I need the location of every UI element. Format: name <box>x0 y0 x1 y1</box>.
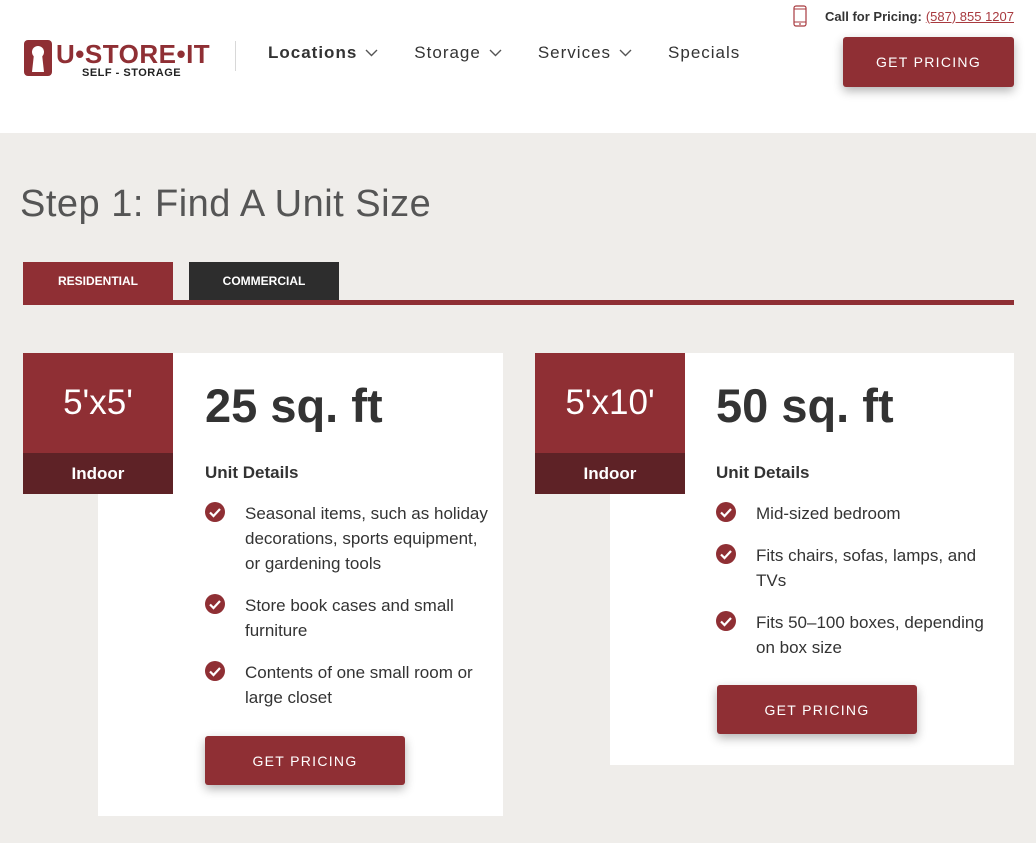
unit-size-badge: 5'x10' Indoor <box>535 353 685 494</box>
chevron-down-icon <box>619 49 632 57</box>
site-header: U•STORE•IT SELF - STORAGE Locations Stor… <box>0 0 1036 133</box>
list-item-text: Contents of one small room or large clos… <box>245 663 473 707</box>
check-circle-icon <box>716 611 736 631</box>
unit-type: Indoor <box>535 453 685 494</box>
unit-category-tabs: RESIDENTIAL COMMERCIAL <box>23 262 1014 305</box>
list-item: Mid-sized bedroom <box>716 501 996 526</box>
list-item: Fits chairs, sofas, lamps, and TVs <box>716 543 996 593</box>
check-circle-icon <box>716 544 736 564</box>
unit-dimensions: 5'x5' <box>23 353 173 453</box>
nav-label: Locations <box>268 43 358 62</box>
unit-area: 50 sq. ft <box>716 379 894 432</box>
check-circle-icon <box>205 594 225 614</box>
nav-label: Specials <box>668 43 741 62</box>
logo[interactable]: U•STORE•IT SELF - STORAGE <box>24 40 210 80</box>
list-item-text: Mid-sized bedroom <box>756 504 901 523</box>
list-item-text: Fits chairs, sofas, lamps, and TVs <box>756 546 977 590</box>
page-title: Step 1: Find A Unit Size <box>20 183 432 225</box>
keyhole-logo-icon <box>24 40 52 76</box>
header-divider <box>235 41 236 71</box>
list-item-text: Fits 50–100 boxes, depending on box size <box>756 613 984 657</box>
logo-wordmark: U•STORE•IT <box>56 39 211 69</box>
nav-item-locations[interactable]: Locations <box>268 43 378 63</box>
unit-details-list: Seasonal items, such as holiday decorati… <box>205 501 495 727</box>
list-item-text: Seasonal items, such as holiday decorati… <box>245 504 488 573</box>
phone-link[interactable]: (587) 855 1207 <box>926 9 1014 24</box>
list-item: Fits 50–100 boxes, depending on box size <box>716 610 996 660</box>
unit-area: 25 sq. ft <box>205 379 383 432</box>
chevron-down-icon <box>365 49 378 57</box>
tab-commercial[interactable]: COMMERCIAL <box>189 262 339 300</box>
unit-details-heading: Unit Details <box>716 463 810 482</box>
nav-item-services[interactable]: Services <box>538 43 632 63</box>
check-circle-icon <box>205 502 225 522</box>
nav-item-storage[interactable]: Storage <box>414 43 502 63</box>
main-nav: Locations Storage Services Specials <box>268 43 776 63</box>
unit-dimensions: 5'x10' <box>535 353 685 453</box>
list-item: Seasonal items, such as holiday decorati… <box>205 501 495 576</box>
mobile-phone-icon <box>793 5 807 27</box>
unit-get-pricing-button[interactable]: GET PRICING <box>717 685 917 734</box>
nav-item-specials[interactable]: Specials <box>668 43 740 63</box>
check-circle-icon <box>716 502 736 522</box>
tab-residential[interactable]: RESIDENTIAL <box>23 262 173 300</box>
nav-label: Storage <box>414 43 481 62</box>
unit-details-heading: Unit Details <box>205 463 299 482</box>
check-circle-icon <box>205 661 225 681</box>
list-item: Contents of one small room or large clos… <box>205 660 495 710</box>
list-item-text: Store book cases and small furniture <box>245 596 454 640</box>
call-for-pricing: Call for Pricing: (587) 855 1207 <box>793 5 1014 27</box>
unit-type: Indoor <box>23 453 173 494</box>
unit-get-pricing-button[interactable]: GET PRICING <box>205 736 405 785</box>
call-label: Call for Pricing: <box>825 8 922 24</box>
nav-label: Services <box>537 43 612 62</box>
logo-tagline: SELF - STORAGE <box>82 67 182 79</box>
tab-underline <box>23 300 1014 305</box>
unit-details-list: Mid-sized bedroom Fits chairs, sofas, la… <box>716 501 996 677</box>
list-item: Store book cases and small furniture <box>205 593 495 643</box>
header-get-pricing-button[interactable]: GET PRICING <box>843 37 1014 87</box>
unit-size-badge: 5'x5' Indoor <box>23 353 173 494</box>
chevron-down-icon <box>489 49 502 57</box>
